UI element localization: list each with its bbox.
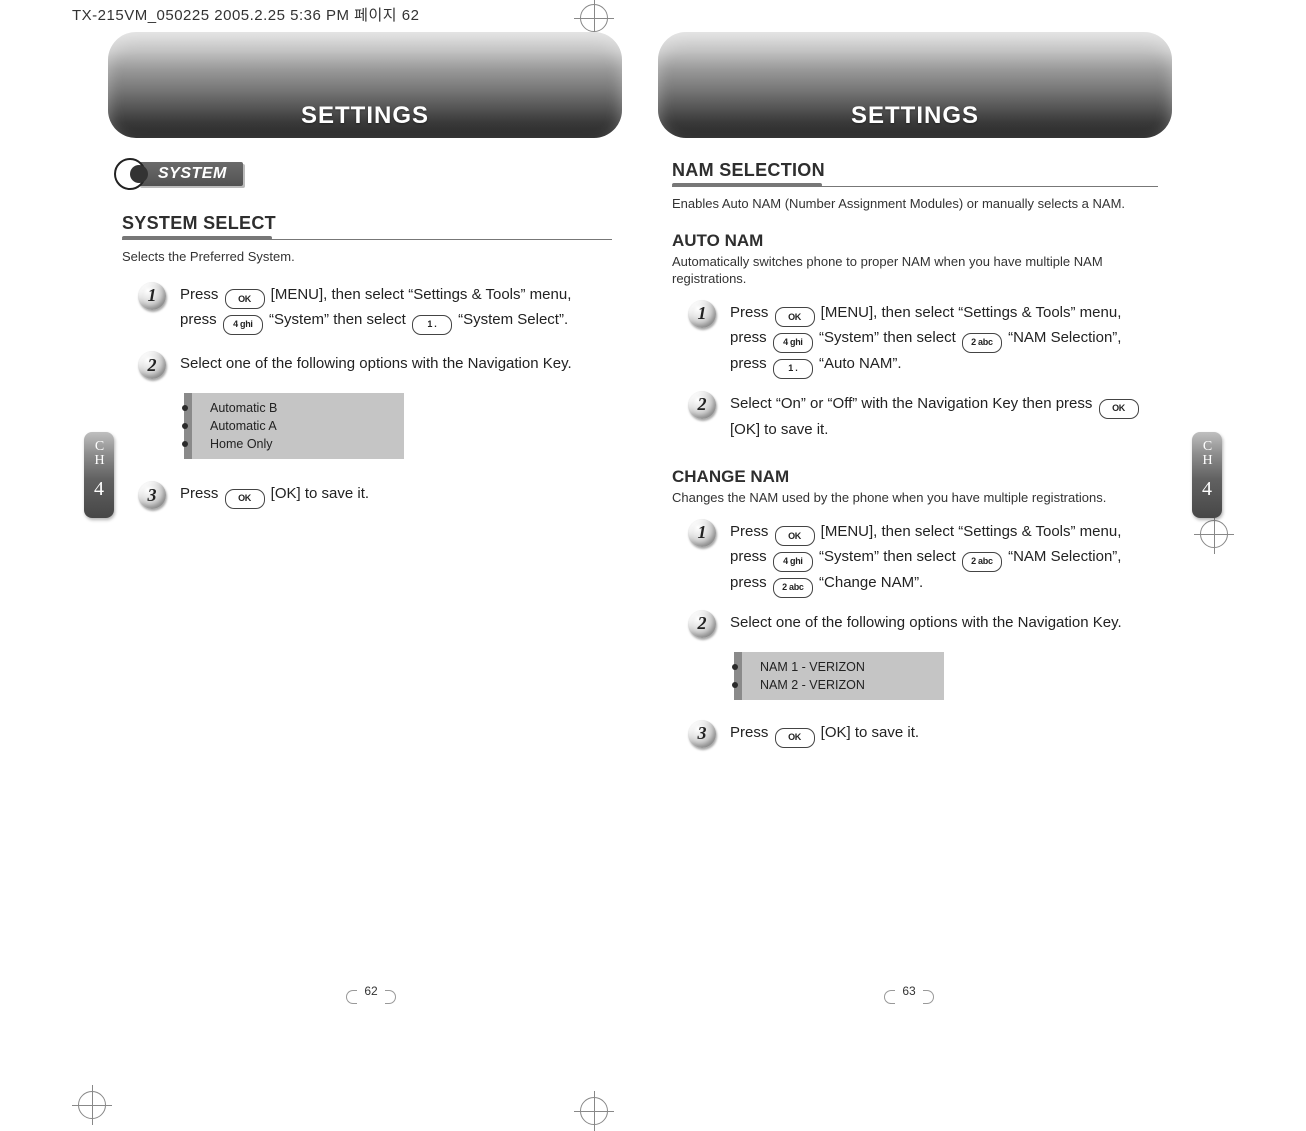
chapter-tab-right: C H 4 [1192,432,1222,518]
option-item: Automatic A [206,417,390,435]
ch-letter: H [1192,454,1222,468]
key-1-icon [773,359,813,379]
banner-settings-right: SETTINGS [658,32,1172,138]
key-2-icon [773,578,813,598]
heading-underline [672,183,1158,189]
step-text: Press [OK] to save it. [730,722,919,748]
options-system-select: Automatic B Automatic A Home Only [184,393,404,459]
step-text: Press [MENU], then select “Settings & To… [730,302,1158,379]
banner-title: SETTINGS [301,102,429,130]
desc-nam-selection: Enables Auto NAM (Number Assignment Modu… [672,195,1152,213]
key-4-icon [773,333,813,353]
ok-key-icon [225,289,265,309]
cropmark-mid-icon [78,1091,106,1119]
step-number: 2 [688,391,716,419]
ok-key-icon [775,307,815,327]
step-3-change: 3 Press [OK] to save it. [688,722,1158,748]
print-header: TX-215VM_050225 2005.2.25 5:36 PM 페이지 62 [72,4,419,25]
step-1-change: 1 Press [MENU], then select “Settings & … [688,521,1158,598]
page-right: SETTINGS NAM SELECTION Enables Auto NAM … [640,28,1178,1038]
ch-letter: C [1192,440,1222,454]
step-text: Press [OK] to save it. [180,483,369,509]
key-2-icon [962,552,1002,572]
step-1-auto: 1 Press [MENU], then select “Settings & … [688,302,1158,379]
key-4-icon [223,315,263,335]
step-number: 3 [138,481,166,509]
page-left: SETTINGS SYSTEM SYSTEM SELECT Selects th… [102,28,640,1038]
step-number: 2 [138,351,166,379]
subheading-auto-nam: AUTO NAM [672,231,1172,251]
option-item: NAM 1 - VERIZON [756,658,930,676]
step-number: 1 [688,300,716,328]
step-3: 3 Press [OK] to save it. [138,483,608,509]
heading-underline [122,236,612,242]
desc-system-select: Selects the Preferred System. [122,248,602,266]
section-tag-dot-icon [114,158,146,190]
step-number: 1 [688,519,716,547]
page-number-left: 62 [354,984,388,1008]
banner-settings-left: SETTINGS [108,32,622,138]
option-item: NAM 2 - VERIZON [756,676,930,694]
ok-key-icon [225,489,265,509]
options-change-nam: NAM 1 - VERIZON NAM 2 - VERIZON [734,652,944,700]
ch-number: 4 [1192,478,1222,501]
ok-key-icon [775,728,815,748]
desc-change-nam: Changes the NAM used by the phone when y… [672,489,1152,507]
step-text: Select one of the following options with… [730,612,1122,635]
subheading-change-nam: CHANGE NAM [672,467,1172,487]
ok-key-icon [775,526,815,546]
step-2-auto: 2 Select “On” or “Off” with the Navigati… [688,393,1158,441]
page-number-right: 63 [892,984,926,1008]
ok-key-icon [1099,399,1139,419]
step-number: 2 [688,610,716,638]
step-text: Select “On” or “Off” with the Navigation… [730,393,1158,441]
banner-title: SETTINGS [851,102,979,130]
step-number: 1 [138,282,166,310]
step-text: Press [MENU], then select “Settings & To… [180,284,608,336]
option-item: Home Only [206,435,390,453]
section-tag-label: SYSTEM [138,162,243,186]
section-tag-system: SYSTEM [114,158,243,190]
step-1: 1 Press [MENU], then select “Settings & … [138,284,608,336]
option-item: Automatic B [206,399,390,417]
step-number: 3 [688,720,716,748]
key-4-icon [773,552,813,572]
options-bar-icon [734,652,742,700]
cropmark-right-icon [1200,520,1228,548]
heading-nam-selection: NAM SELECTION [672,160,825,181]
key-1-icon [412,315,452,335]
step-2: 2 Select one of the following options wi… [138,353,608,379]
heading-system-select: SYSTEM SELECT [122,213,276,234]
step-2-change: 2 Select one of the following options wi… [688,612,1158,638]
key-2-icon [962,333,1002,353]
cropmark-bottom-icon [580,1097,608,1125]
step-text: Press [MENU], then select “Settings & To… [730,521,1158,598]
desc-auto-nam: Automatically switches phone to proper N… [672,253,1152,288]
step-text: Select one of the following options with… [180,353,572,376]
